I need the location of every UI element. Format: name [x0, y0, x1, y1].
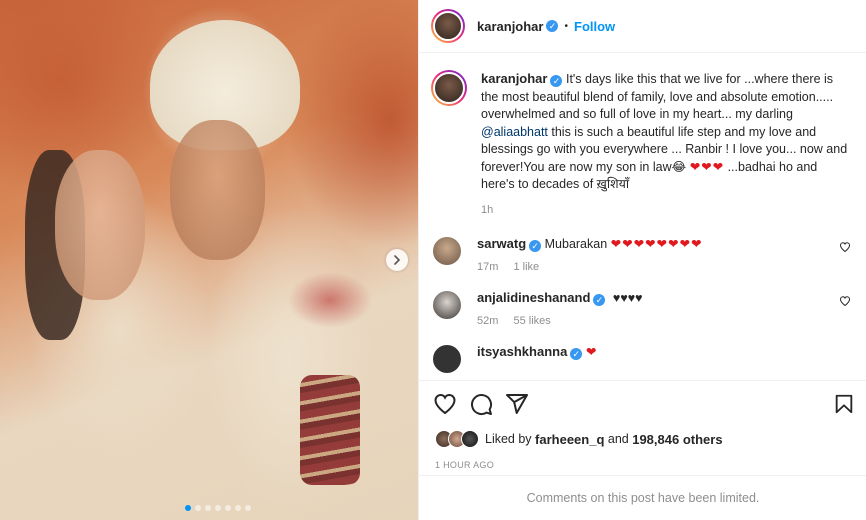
comment-meta: 52m 55 likes: [477, 315, 643, 327]
post-sidebar: karanjohar ✓ • Follow karanjohar ✓ It's d…: [418, 0, 866, 520]
carousel-dot: [245, 505, 251, 511]
caption-avatar-ring[interactable]: [431, 70, 467, 106]
avatar[interactable]: [461, 430, 479, 448]
carousel-dot: [185, 505, 191, 511]
comment-username[interactable]: itsyashkhanna: [477, 344, 567, 359]
heart-icon[interactable]: [433, 392, 457, 416]
verified-icon: ✓: [593, 294, 606, 306]
comment-time[interactable]: 52m: [477, 315, 498, 327]
comment-likes[interactable]: 55 likes: [513, 315, 550, 327]
caption-time[interactable]: 1h: [481, 202, 851, 220]
share-icon[interactable]: [505, 392, 529, 416]
comment-time[interactable]: 17m: [477, 261, 498, 273]
caption-hearts: ❤❤❤: [689, 159, 725, 174]
mention-link[interactable]: @aliaabhatt: [481, 125, 548, 139]
heart-icon[interactable]: [839, 295, 851, 307]
liked-by-middle: and: [604, 432, 633, 446]
comment-likes[interactable]: 1 like: [513, 261, 539, 273]
post-header: karanjohar ✓ • Follow: [419, 0, 866, 53]
avatar[interactable]: [431, 289, 463, 321]
carousel-dot: [195, 505, 201, 511]
next-photo-button[interactable]: [386, 249, 408, 271]
comment-username[interactable]: anjalidineshanand: [477, 290, 590, 305]
comment-item: anjalidineshanand ✓ ♥♥♥♥ 52m 55 likes: [431, 289, 851, 327]
caption-username[interactable]: karanjohar: [481, 71, 547, 86]
comment-username[interactable]: sarwatg: [477, 236, 526, 251]
verified-icon: ✓: [529, 240, 542, 252]
chevron-right-icon: [394, 255, 401, 265]
carousel-dot: [235, 505, 241, 511]
carousel-dot: [215, 505, 221, 511]
avatar[interactable]: [433, 72, 465, 104]
likes-summary: Liked by farheeen_q and 198,846 others: [419, 427, 866, 451]
action-bar: [419, 381, 866, 427]
comments-limited-notice: Comments on this post have been limited.: [419, 475, 866, 520]
caption-text: karanjohar ✓ It's days like this that we …: [481, 70, 851, 219]
comment-hearts: ❤: [585, 345, 598, 359]
verified-icon: ✓: [546, 20, 559, 32]
carousel-dot: [205, 505, 211, 511]
post-timestamp[interactable]: 1 HOUR AGO: [419, 460, 866, 470]
comment-meta: 17m 1 like: [477, 261, 702, 273]
avatar[interactable]: [433, 11, 463, 41]
carousel-dot: [225, 505, 231, 511]
liked-by-prefix: Liked by: [485, 432, 536, 446]
post-photo[interactable]: [0, 0, 418, 520]
likes-count[interactable]: 198,846 others: [632, 432, 722, 447]
photo-detail: [300, 375, 360, 485]
comment-text: Mubarakan: [544, 237, 611, 251]
verified-icon: ✓: [570, 348, 583, 360]
photo-detail: [170, 120, 265, 260]
comments-list[interactable]: karanjohar ✓ It's days like this that we …: [419, 54, 866, 379]
carousel-indicator: [185, 505, 251, 511]
comment-icon[interactable]: [469, 392, 493, 416]
header-separator: •: [564, 20, 568, 32]
comment-item: itsyashkhanna ✓ ❤: [431, 343, 851, 375]
comment-text: ♥♥♥♥: [612, 291, 643, 305]
avatar[interactable]: [431, 343, 463, 375]
author-avatar-ring[interactable]: [431, 9, 465, 43]
avatar[interactable]: [431, 235, 463, 267]
caption: karanjohar ✓ It's days like this that we …: [431, 70, 851, 219]
comment-hearts: ❤❤❤❤❤❤❤❤: [610, 237, 703, 251]
photo-detail: [55, 150, 145, 300]
verified-icon: ✓: [550, 75, 563, 87]
comment-item: sarwatg ✓ Mubarakan ❤❤❤❤❤❤❤❤ 17m 1 like: [431, 235, 851, 273]
bookmark-icon[interactable]: [833, 393, 855, 415]
heart-icon[interactable]: [839, 241, 851, 253]
post-actions: Liked by farheeen_q and 198,846 others 1…: [419, 380, 866, 520]
author-username[interactable]: karanjohar: [477, 19, 543, 34]
follow-button[interactable]: Follow: [574, 19, 615, 34]
liked-by-user[interactable]: farheeen_q: [535, 432, 604, 447]
